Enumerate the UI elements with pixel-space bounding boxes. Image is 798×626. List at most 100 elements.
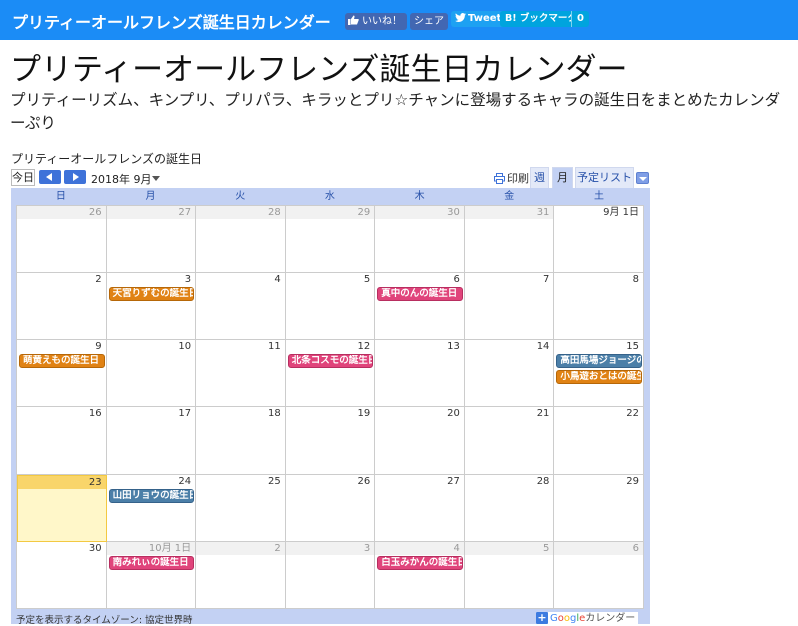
- day-number[interactable]: 13: [375, 340, 464, 354]
- day-number[interactable]: 5: [285, 273, 375, 287]
- chevron-down-icon[interactable]: [152, 176, 160, 181]
- tab-month[interactable]: 月: [552, 167, 573, 188]
- birthday-event[interactable]: 高田馬場ジョージの誕生日: [556, 354, 642, 369]
- day-cell[interactable]: 28: [464, 474, 555, 542]
- day-cell[interactable]: 17: [106, 407, 197, 475]
- day-cell[interactable]: 8: [554, 273, 644, 341]
- day-number[interactable]: 5: [464, 541, 554, 555]
- day-number[interactable]: 27: [375, 474, 464, 488]
- day-cell[interactable]: 3 天宮りずむの誕生日: [106, 273, 197, 341]
- day-number[interactable]: 3: [285, 541, 375, 555]
- day-cell[interactable]: 6 真中のんの誕生日: [375, 273, 465, 341]
- day-number[interactable]: 26: [17, 206, 106, 219]
- day-cell[interactable]: 27: [375, 474, 465, 542]
- day-number[interactable]: 6: [375, 273, 464, 287]
- day-number[interactable]: 25: [196, 474, 285, 488]
- day-cell[interactable]: 30: [17, 541, 107, 609]
- day-number[interactable]: 28: [464, 474, 554, 488]
- day-number[interactable]: 22: [554, 407, 643, 421]
- day-number[interactable]: 19: [285, 407, 375, 421]
- day-cell[interactable]: 15高田馬場ジョージの誕生日小鳥遊おとはの誕生日: [554, 340, 644, 408]
- day-cell[interactable]: 6: [554, 541, 644, 609]
- day-number[interactable]: 16: [17, 407, 106, 421]
- day-cell[interactable]: 16: [17, 407, 107, 475]
- day-number[interactable]: 4: [196, 273, 285, 287]
- day-cell[interactable]: 10月 1日 南みれぃの誕生日: [106, 541, 197, 609]
- day-number[interactable]: 28: [196, 206, 285, 219]
- day-cell[interactable]: 5: [285, 273, 376, 341]
- day-cell[interactable]: 13: [375, 340, 465, 408]
- day-number[interactable]: 21: [464, 407, 554, 421]
- day-cell[interactable]: 27: [106, 206, 197, 274]
- day-number[interactable]: 2: [17, 273, 106, 287]
- day-number[interactable]: 23: [18, 475, 106, 489]
- current-month-label[interactable]: 2018年 9月: [91, 171, 152, 187]
- day-number[interactable]: 18: [196, 407, 285, 421]
- day-cell[interactable]: 10: [106, 340, 197, 408]
- day-number[interactable]: 29: [285, 206, 375, 219]
- day-number[interactable]: 4: [375, 541, 464, 555]
- hatena-bookmark-button[interactable]: B! ブックマーク: [500, 11, 582, 27]
- day-number[interactable]: 11: [196, 340, 285, 354]
- day-number[interactable]: 3: [106, 273, 196, 287]
- day-cell[interactable]: 29: [285, 206, 376, 274]
- day-number[interactable]: 30: [375, 206, 464, 219]
- day-number[interactable]: 20: [375, 407, 464, 421]
- day-cell[interactable]: 7: [464, 273, 555, 341]
- calendar-list-dropdown[interactable]: [636, 172, 649, 184]
- day-cell[interactable]: 14: [464, 340, 555, 408]
- day-number[interactable]: 29: [554, 474, 643, 488]
- day-cell[interactable]: 4 白玉みかんの誕生日: [375, 541, 465, 609]
- day-cell[interactable]: 24 山田リョウの誕生日: [106, 474, 197, 542]
- day-number[interactable]: 14: [464, 340, 554, 354]
- tweet-button[interactable]: Tweet: [451, 11, 507, 27]
- birthday-event[interactable]: 山田リョウの誕生日: [108, 488, 195, 503]
- day-number[interactable]: 9月 1日: [554, 206, 643, 219]
- day-cell[interactable]: 4: [196, 273, 286, 341]
- prev-month-button[interactable]: [39, 170, 61, 184]
- day-number[interactable]: 30: [17, 541, 106, 555]
- day-number[interactable]: 7: [464, 273, 554, 287]
- day-cell[interactable]: 28: [196, 206, 286, 274]
- day-cell[interactable]: 20: [375, 407, 465, 475]
- day-cell[interactable]: 5: [464, 541, 555, 609]
- day-cell[interactable]: 29: [554, 474, 644, 542]
- day-number[interactable]: 31: [464, 206, 554, 219]
- day-cell[interactable]: 3: [285, 541, 376, 609]
- day-number[interactable]: 27: [106, 206, 196, 219]
- facebook-like-button[interactable]: いいね！: [345, 13, 407, 30]
- day-number[interactable]: 10: [106, 340, 196, 354]
- birthday-event[interactable]: 真中のんの誕生日: [377, 287, 463, 302]
- day-number[interactable]: 2: [196, 541, 285, 555]
- tab-week[interactable]: 週: [530, 167, 549, 188]
- day-cell[interactable]: 21: [464, 407, 555, 475]
- day-cell[interactable]: 12 北条コスモの誕生日: [285, 340, 376, 408]
- day-number[interactable]: 24: [106, 474, 196, 488]
- day-number[interactable]: 12: [285, 340, 375, 354]
- day-cell[interactable]: 18: [196, 407, 286, 475]
- day-number[interactable]: 10月 1日: [106, 541, 196, 555]
- day-cell[interactable]: 2: [196, 541, 286, 609]
- birthday-event[interactable]: 南みれぃの誕生日: [108, 555, 195, 570]
- site-title[interactable]: プリティーオールフレンズ誕生日カレンダー: [12, 9, 331, 33]
- day-cell-today[interactable]: 23: [17, 474, 107, 542]
- day-cell[interactable]: 26: [17, 206, 107, 274]
- day-number[interactable]: 9: [17, 340, 106, 354]
- day-cell[interactable]: 9 萌黄えもの誕生日: [17, 340, 107, 408]
- day-cell[interactable]: 9月 1日: [554, 206, 644, 274]
- day-number[interactable]: 6: [554, 541, 643, 555]
- day-number[interactable]: 8: [554, 273, 643, 287]
- day-cell[interactable]: 2: [17, 273, 107, 341]
- birthday-event[interactable]: 小鳥遊おとはの誕生日: [556, 370, 642, 385]
- tab-agenda[interactable]: 予定リスト: [575, 167, 634, 188]
- day-cell[interactable]: 19: [285, 407, 376, 475]
- day-number[interactable]: 26: [285, 474, 375, 488]
- birthday-event[interactable]: 萌黄えもの誕生日: [19, 354, 105, 369]
- next-month-button[interactable]: [64, 170, 86, 184]
- facebook-share-button[interactable]: シェア: [410, 13, 448, 30]
- print-button[interactable]: 印刷: [494, 170, 529, 186]
- day-cell[interactable]: 11: [196, 340, 286, 408]
- birthday-event[interactable]: 白玉みかんの誕生日: [377, 555, 463, 570]
- day-cell[interactable]: 31: [464, 206, 555, 274]
- day-number[interactable]: 15: [554, 340, 643, 354]
